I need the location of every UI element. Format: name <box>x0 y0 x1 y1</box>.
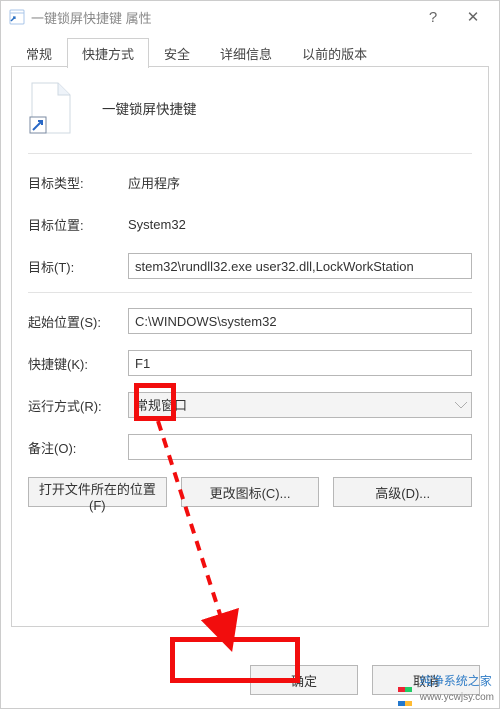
label-target-location: 目标位置: <box>28 215 128 234</box>
value-target-location: System32 <box>128 217 186 232</box>
tab-shortcut[interactable]: 快捷方式 <box>67 38 149 68</box>
comment-input[interactable] <box>128 434 472 460</box>
client-area: 常规 快捷方式 安全 详细信息 以前的版本 一键锁屏快捷键 <box>1 33 499 627</box>
open-file-location-button[interactable]: 打开文件所在的位置(F) <box>28 477 167 507</box>
tab-strip: 常规 快捷方式 安全 详细信息 以前的版本 <box>11 39 489 67</box>
separator <box>28 292 472 293</box>
tab-label: 快捷方式 <box>82 47 134 62</box>
header-row: 一键锁屏快捷键 <box>28 81 472 135</box>
start-in-input[interactable] <box>128 308 472 334</box>
close-button[interactable]: ✕ <box>453 3 493 31</box>
tab-label: 以前的版本 <box>302 47 367 62</box>
label-target-type: 目标类型: <box>28 173 128 192</box>
row-target-type: 目标类型: 应用程序 <box>28 166 472 198</box>
label-run: 运行方式(R): <box>28 396 128 415</box>
shortcut-display-name: 一键锁屏快捷键 <box>102 98 197 118</box>
tab-page-shortcut: 一键锁屏快捷键 目标类型: 应用程序 目标位置: System32 目标(T):… <box>11 67 489 627</box>
window-sysicon <box>9 9 25 25</box>
ok-button[interactable]: 确定 <box>250 665 358 695</box>
tab-security[interactable]: 安全 <box>149 38 205 68</box>
advanced-button[interactable]: 高级(D)... <box>333 477 472 507</box>
row-run: 运行方式(R): 常规窗口 <box>28 389 472 421</box>
tab-label: 常规 <box>26 47 52 62</box>
properties-dialog: 一键锁屏快捷键 属性 ? ✕ 常规 快捷方式 安全 详细信息 以前的版本 <box>0 0 500 709</box>
change-icon-button[interactable]: 更改图标(C)... <box>181 477 320 507</box>
value-target-type: 应用程序 <box>128 173 180 192</box>
separator <box>28 153 472 154</box>
watermark-text: 纯净系统之家 <box>420 674 492 688</box>
label-comment: 备注(O): <box>28 438 128 457</box>
target-input[interactable] <box>128 253 472 279</box>
row-target: 目标(T): <box>28 250 472 282</box>
row-start-in: 起始位置(S): <box>28 305 472 337</box>
tab-label: 安全 <box>164 47 190 62</box>
window-title: 一键锁屏快捷键 属性 <box>31 8 413 27</box>
shortcut-key-input[interactable] <box>128 350 472 376</box>
watermark: 纯净系统之家 www.ycwjsy.com <box>396 672 496 703</box>
tab-details[interactable]: 详细信息 <box>205 38 287 68</box>
tab-label: 详细信息 <box>220 47 272 62</box>
label-target: 目标(T): <box>28 257 128 276</box>
run-select[interactable]: 常规窗口 <box>128 392 472 418</box>
label-start-in: 起始位置(S): <box>28 312 128 331</box>
label-shortcut-key: 快捷键(K): <box>28 354 128 373</box>
row-shortcut-key: 快捷键(K): <box>28 347 472 379</box>
row-comment: 备注(O): <box>28 431 472 463</box>
row-target-location: 目标位置: System32 <box>28 208 472 240</box>
tab-general[interactable]: 常规 <box>11 38 67 68</box>
shortcut-file-icon <box>28 81 74 135</box>
watermark-url: www.ycwjsy.com <box>420 692 494 703</box>
watermark-logo-icon <box>398 681 416 695</box>
help-button[interactable]: ? <box>413 3 453 31</box>
tab-previous-versions[interactable]: 以前的版本 <box>287 38 382 68</box>
button-row: 打开文件所在的位置(F) 更改图标(C)... 高级(D)... <box>28 477 472 507</box>
titlebar: 一键锁屏快捷键 属性 ? ✕ <box>1 1 499 33</box>
